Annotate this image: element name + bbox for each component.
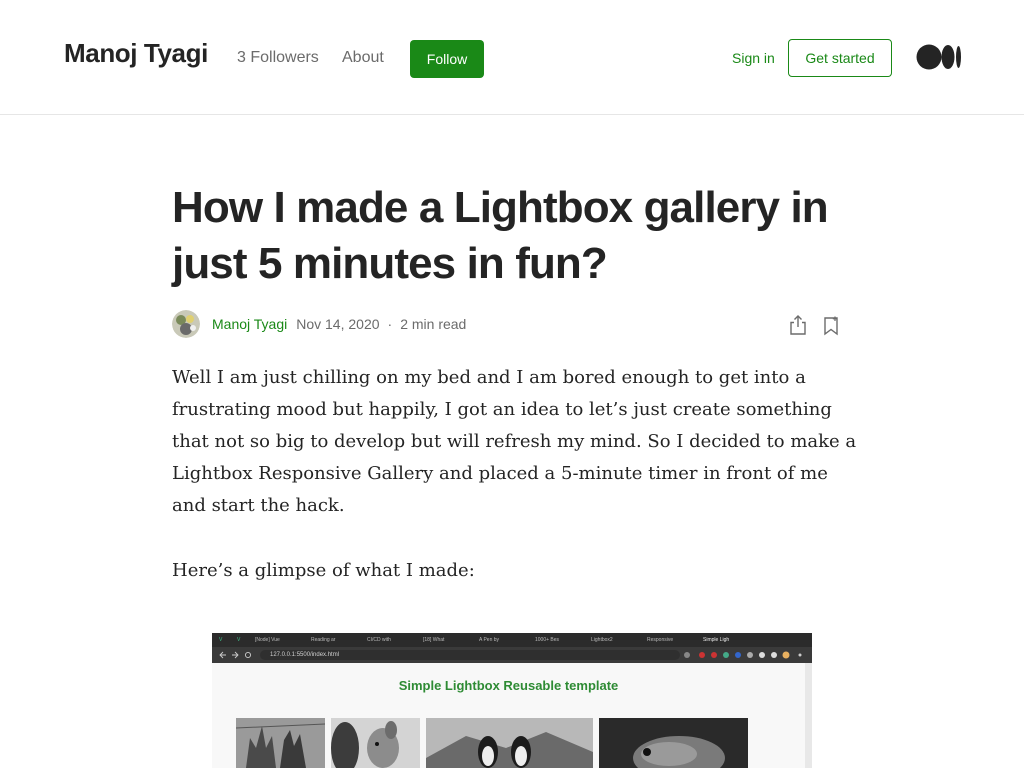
browser-tab: 1000+ Bes — [535, 637, 560, 643]
article-byline: Manoj Tyagi Nov 14, 2020 · 2 min read — [172, 310, 466, 338]
vue-icon: V — [237, 637, 241, 643]
browser-tab: CI/CD with — [367, 637, 391, 643]
follow-button[interactable]: Follow — [410, 40, 484, 78]
article-image[interactable]: V V [Node] Vue Reading ar CI/CD with [18… — [212, 633, 812, 768]
publish-date: Nov 14, 2020 — [296, 316, 380, 332]
browser-tab: [Node] Vue — [255, 637, 280, 643]
vue-icon: V — [219, 637, 223, 643]
bookmark-icon[interactable] — [822, 316, 840, 336]
browser-tab: Responsive — [647, 637, 674, 643]
sign-in-link[interactable]: Sign in — [732, 50, 775, 66]
followers-link[interactable]: 3 Followers — [237, 49, 319, 67]
article-title: How I made a Lightbox gallery in just 5 … — [172, 183, 829, 288]
browser-extension-icons — [684, 651, 802, 659]
gallery-heading: Simple Lightbox Reusable template — [398, 678, 619, 693]
publication-name[interactable]: Manoj Tyagi — [64, 38, 208, 69]
article-paragraph: Here’s a glimpse of what I made: — [172, 560, 475, 581]
share-icon[interactable] — [788, 314, 808, 336]
browser-tab: [18] What — [423, 637, 445, 643]
author-avatar[interactable] — [172, 310, 200, 338]
medium-logo-icon[interactable] — [916, 44, 962, 70]
gallery-thumbnail — [331, 718, 420, 768]
browser-tab: A Pen by — [479, 637, 500, 643]
meta-separator: · — [387, 316, 393, 332]
browser-tab: Reading ar — [311, 637, 336, 643]
get-started-button[interactable]: Get started — [788, 39, 892, 77]
gallery-thumbnail — [599, 718, 748, 768]
gallery-thumbnail — [426, 718, 593, 768]
gallery-thumbnail — [236, 718, 325, 768]
author-name-link[interactable]: Manoj Tyagi — [212, 316, 287, 332]
article-paragraph: Well I am just chilling on my bed and I … — [172, 367, 857, 516]
read-time: 2 min read — [400, 316, 467, 332]
top-bar: Manoj Tyagi 3 Followers About Follow Sig… — [0, 0, 1024, 115]
scrollbar — [805, 663, 812, 768]
browser-address-bar: 127.0.0.1:5500/index.html — [212, 647, 812, 663]
browser-tab-active: Simple Ligh — [703, 637, 730, 643]
about-link[interactable]: About — [342, 49, 384, 67]
browser-tab: Lightbox2 — [591, 637, 613, 643]
browser-nav-icons — [219, 651, 252, 659]
browser-url: 127.0.0.1:5500/index.html — [260, 650, 680, 660]
browser-tab-strip: V V [Node] Vue Reading ar CI/CD with [18… — [212, 633, 812, 647]
